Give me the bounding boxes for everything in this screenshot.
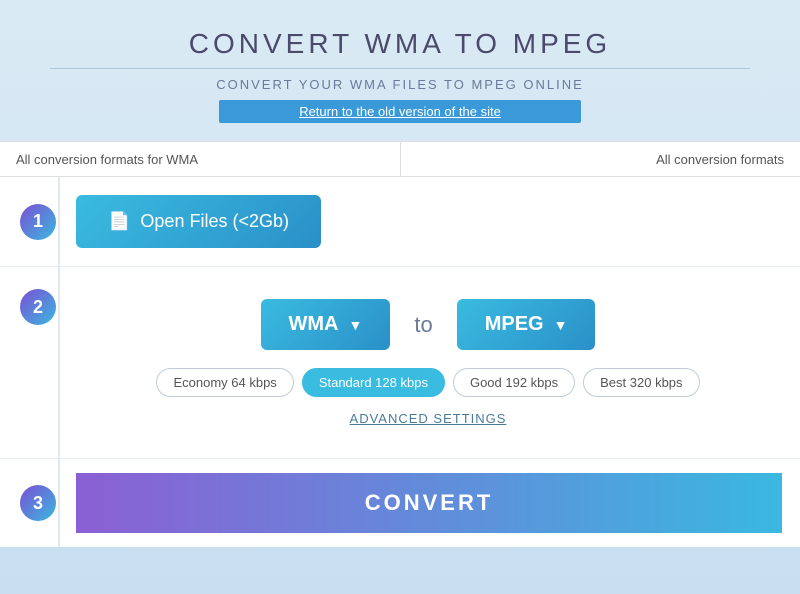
format-row: WMA ▼ to MPEG ▼ [261, 299, 596, 350]
step-1-badge: 1 [20, 204, 56, 240]
open-files-label: Open Files (<2Gb) [140, 211, 289, 232]
step-3-content: CONVERT [76, 473, 782, 533]
from-format-label: WMA [289, 313, 339, 336]
header-divider [50, 68, 750, 69]
quality-standard-button[interactable]: Standard 128 kbps [302, 368, 445, 397]
to-format-label: MPEG [485, 313, 544, 336]
from-format-arrow-icon: ▼ [349, 317, 363, 333]
advanced-settings-link[interactable]: ADVANCED SETTINGS [350, 411, 507, 426]
convert-button[interactable]: CONVERT [76, 473, 782, 533]
nav-left-label[interactable]: All conversion formats for WMA [0, 152, 400, 167]
to-format-arrow-icon: ▼ [554, 317, 568, 333]
open-files-button[interactable]: 📄 Open Files (<2Gb) [76, 195, 321, 248]
step-2-row: 2 WMA ▼ to MPEG ▼ Economy 64 kbps Standa… [0, 267, 800, 459]
step-1-content: 📄 Open Files (<2Gb) [76, 195, 780, 248]
page-subtitle: CONVERT YOUR WMA FILES TO MPEG ONLINE [20, 77, 780, 92]
quality-best-button[interactable]: Best 320 kbps [583, 368, 699, 397]
step-2-content: WMA ▼ to MPEG ▼ Economy 64 kbps Standard… [76, 289, 780, 436]
from-format-button[interactable]: WMA ▼ [261, 299, 391, 350]
converter-container: 1 📄 Open Files (<2Gb) 2 WMA ▼ to MPEG ▼ [0, 177, 800, 547]
step-2-badge: 2 [20, 289, 56, 325]
page-title: CONVERT WMA TO MPEG [20, 28, 780, 60]
old-version-link[interactable]: Return to the old version of the site [219, 100, 581, 123]
quality-good-button[interactable]: Good 192 kbps [453, 368, 575, 397]
step-3-row: 3 CONVERT [0, 459, 800, 547]
quality-economy-button[interactable]: Economy 64 kbps [156, 368, 293, 397]
to-format-button[interactable]: MPEG ▼ [457, 299, 596, 350]
nav-right-label[interactable]: All conversion formats [401, 152, 800, 167]
header: CONVERT WMA TO MPEG CONVERT YOUR WMA FIL… [0, 0, 800, 133]
nav-bar: All conversion formats for WMA All conve… [0, 141, 800, 177]
to-text: to [414, 312, 432, 338]
quality-options-row: Economy 64 kbps Standard 128 kbps Good 1… [156, 368, 699, 397]
file-icon: 📄 [108, 211, 130, 232]
step-3-badge: 3 [20, 485, 56, 521]
step-1-row: 1 📄 Open Files (<2Gb) [0, 177, 800, 267]
